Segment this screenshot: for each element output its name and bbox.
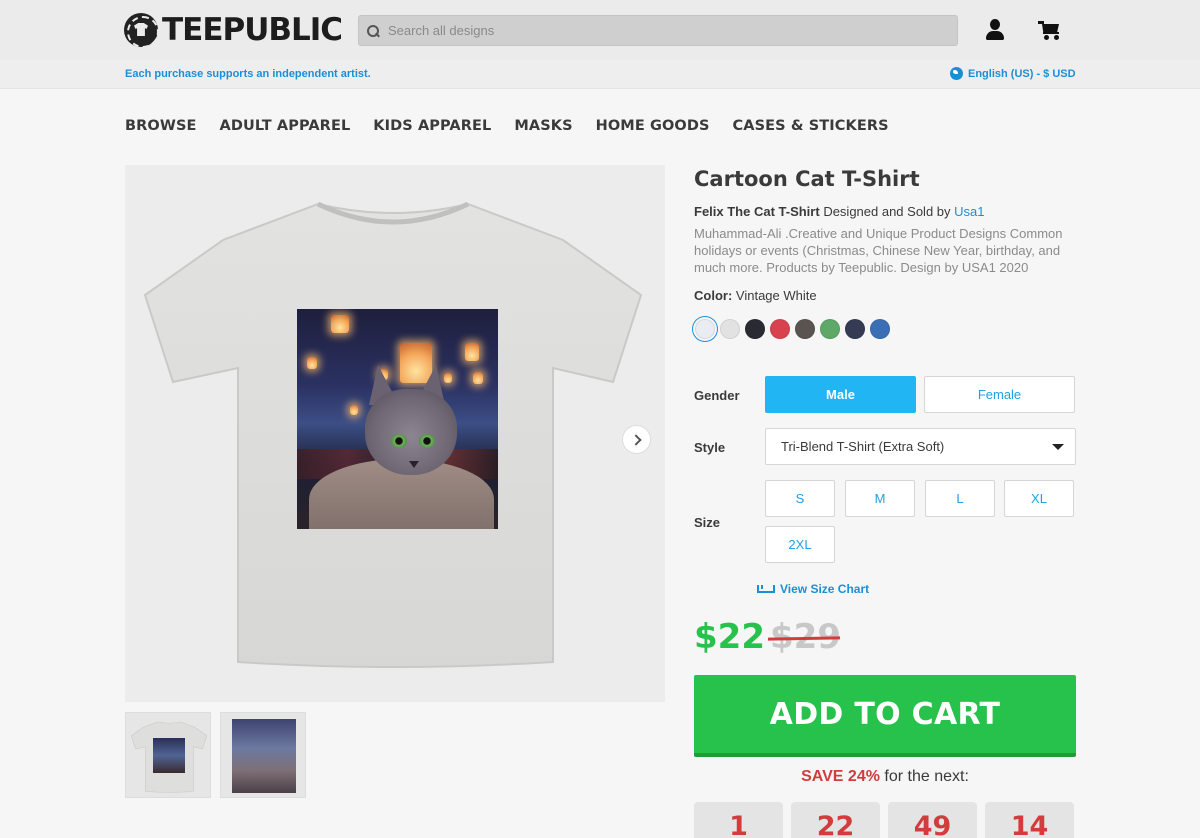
size-button-l[interactable]: L [925,480,995,517]
ruler-icon [757,585,775,593]
size-button-2xl[interactable]: 2XL [765,526,835,563]
swatch-red[interactable] [770,319,790,339]
product-title: Cartoon Cat T-Shirt [694,167,920,191]
cat-design-artwork [297,309,498,529]
save-percent: SAVE 24% [801,768,880,785]
product-byline: Felix The Cat T-Shirt Designed and Sold … [694,204,985,219]
size-label: Size [694,515,721,530]
nav-item-browse[interactable]: BROWSE [125,118,197,134]
logo-text: TEEPUBLIC [162,12,343,48]
size-button-m[interactable]: M [845,480,915,517]
product-description: Muhammad-Ali .Creative and Unique Produc… [694,226,1063,275]
size-button-xl[interactable]: XL [1004,480,1074,517]
nav-item-adult-apparel[interactable]: ADULT APPAREL [220,118,351,134]
tshirt-logo-icon [124,13,159,48]
color-value: Vintage White [735,288,817,303]
nav-item-cases-stickers[interactable]: CASES & STICKERS [733,118,889,134]
save-suffix: for the next: [884,768,969,785]
color-swatches [695,319,895,339]
designed-by-text: Designed and Sold by [823,204,951,219]
size-button-s[interactable]: S [765,480,835,517]
swatch-navy[interactable] [845,319,865,339]
thumbnail-design[interactable] [220,712,306,798]
thumbnail-shirt[interactable] [125,712,211,798]
countdown-hours: 22 [791,802,880,838]
globe-icon [950,67,963,80]
gender-female-button[interactable]: Female [924,376,1075,413]
style-label: Style [694,440,726,455]
swatch-heather-white[interactable] [720,319,740,339]
style-select[interactable]: Tri-Blend T-Shirt (Extra Soft) [765,428,1076,465]
sale-price: $22 [694,617,765,657]
swatch-vintage-white[interactable] [695,319,715,339]
locale-label: English (US) - $ USD [968,67,1076,80]
size-chart-label: View Size Chart [780,582,870,596]
nav-item-home-goods[interactable]: HOME GOODS [596,118,710,134]
gender-male-button[interactable]: Male [765,376,916,413]
search-input[interactable] [388,23,948,38]
countdown-minutes: 49 [888,802,977,838]
original-price: $29 [770,617,841,657]
next-image-arrow[interactable] [622,425,651,454]
swatch-green[interactable] [820,319,840,339]
size-chart-link[interactable]: View Size Chart [757,582,869,596]
swatch-blue[interactable] [870,319,890,339]
gender-label: Gender [694,388,740,403]
add-to-cart-button[interactable]: ADD TO CART [694,675,1076,757]
design-name: Felix The Cat T-Shirt [694,204,820,219]
color-label: Color: Vintage White [694,288,817,303]
artist-link[interactable]: Usa1 [954,204,984,219]
save-banner: SAVE 24% for the next: [694,768,1076,786]
shopping-cart-icon[interactable] [1038,20,1062,42]
color-label-key: Color: [694,288,733,303]
user-account-icon[interactable] [984,19,1006,41]
artist-tagline: Each purchase supports an independent ar… [125,68,371,80]
swatch-brown[interactable] [795,319,815,339]
locale-selector[interactable]: English (US) - $ USD [950,67,1076,80]
countdown-seconds: 14 [985,802,1074,838]
teepublic-logo[interactable]: TEEPUBLIC [124,12,343,48]
swatch-black[interactable] [745,319,765,339]
nav-item-kids-apparel[interactable]: KIDS APPAREL [373,118,491,134]
category-nav: BROWSE ADULT APPAREL KIDS APPAREL MASKS … [125,118,912,134]
caret-down-icon [1052,444,1064,450]
style-value: Tri-Blend T-Shirt (Extra Soft) [781,439,945,454]
search-bar[interactable] [358,15,958,46]
top-header: TEEPUBLIC [0,0,1200,60]
search-icon [367,24,379,37]
nav-item-masks[interactable]: MASKS [514,118,572,134]
countdown-days: 1 [694,802,783,838]
